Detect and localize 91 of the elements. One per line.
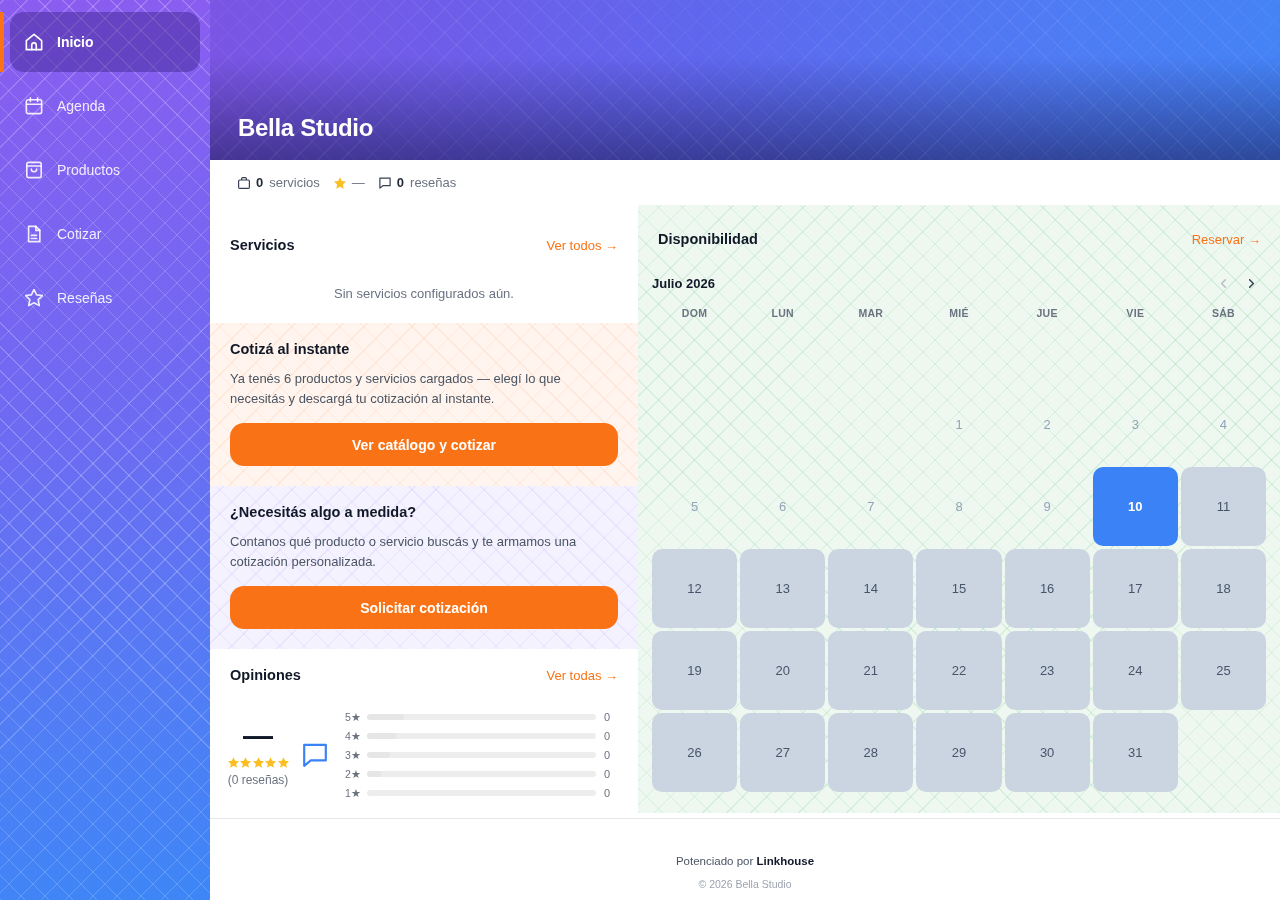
view-all-link[interactable]: Ver todos →: [546, 237, 618, 253]
weekday-label: SÁB: [1210, 306, 1236, 320]
calendar-day[interactable]: 23: [1004, 631, 1090, 710]
calendar-day[interactable]: 30: [1004, 713, 1090, 792]
calendar-day[interactable]: 10: [1092, 467, 1178, 546]
calendar-day[interactable]: 31: [1092, 713, 1178, 792]
weekday-label: LUN: [770, 306, 795, 320]
calendar-day[interactable]: 11: [1180, 467, 1266, 546]
briefcase-icon: [238, 176, 250, 189]
star-icon: [265, 757, 276, 768]
home-icon: [25, 33, 43, 51]
star-icon: [240, 757, 251, 768]
shopping-bag-icon: [25, 161, 43, 179]
bar-count: 0: [602, 710, 612, 723]
month-label: Julio 2026: [652, 275, 715, 291]
calendar-day[interactable]: 29: [916, 713, 1002, 792]
cta-button[interactable]: Ver catálogo y cotizar: [230, 423, 618, 466]
calendar-day[interactable]: 18: [1180, 549, 1266, 628]
nav-item[interactable]: Agenda: [10, 76, 200, 136]
star-level-label: 5★: [345, 710, 361, 723]
calendar-day[interactable]: 19: [652, 631, 738, 710]
calendar-day[interactable]: 22: [916, 631, 1002, 710]
calendar-day[interactable]: 26: [652, 713, 738, 792]
empty-message: Sin servicios configurados aún.: [333, 285, 515, 303]
calendar-day[interactable]: 20: [740, 631, 826, 710]
copyright-text: © 2026 Bella Studio: [698, 877, 792, 891]
calendar-day[interactable]: 25: [1180, 631, 1266, 710]
calendar-day[interactable]: 13: [740, 549, 826, 628]
nav-item[interactable]: Inicio: [10, 12, 200, 72]
speech-bubble-icon: [378, 176, 391, 189]
calendar-day[interactable]: 15: [916, 549, 1002, 628]
weekday-label: MAR: [857, 306, 885, 320]
promo-text: Ya tenés 6 productos y servicios cargados — elegí lo que necesitás y descargá tu cotización al instante.: [230, 370, 562, 408]
document-icon: [25, 225, 43, 243]
calendar-day: 7: [828, 467, 914, 546]
stat-label: reseñas: [410, 175, 457, 190]
next-month-button[interactable]: [1249, 278, 1254, 288]
stat-value: 0: [396, 175, 405, 190]
star-icon: [252, 757, 264, 768]
calendar-day[interactable]: 28: [828, 713, 914, 792]
bar-count: 0: [602, 748, 612, 761]
calendar-day: 8: [916, 467, 1002, 546]
stat-value: —: [351, 175, 365, 190]
weekday-label: MIÉ: [948, 306, 970, 320]
calendar-day: 4: [1180, 385, 1266, 464]
weekday-label: DOM: [680, 306, 709, 320]
calendar-day: 3: [1092, 385, 1178, 464]
calendar-day[interactable]: 27: [740, 713, 826, 792]
stat-label: servicios: [269, 175, 320, 190]
calendar-day: 6: [740, 467, 826, 546]
average-rating: —: [243, 721, 273, 751]
nav-item[interactable]: Productos: [10, 140, 200, 200]
calendar-day: 1: [916, 385, 1002, 464]
section-title: Opiniones: [230, 666, 301, 685]
calendar-day[interactable]: 24: [1092, 631, 1178, 710]
page-title: Bella Studio: [238, 113, 374, 143]
bar-count: 0: [602, 729, 612, 742]
calendar-day[interactable]: 21: [828, 631, 914, 710]
weekday-label: VIE: [1125, 306, 1146, 320]
weekday-label: JUE: [1035, 306, 1059, 320]
star-level-label: 4★: [345, 729, 361, 742]
star-level-label: 3★: [345, 748, 361, 761]
calendar-day[interactable]: 17: [1092, 549, 1178, 628]
view-all-link[interactable]: Ver todas →: [546, 667, 618, 683]
promo-title: ¿Necesitás algo a medida?: [230, 503, 418, 522]
bar-count: 0: [602, 767, 612, 780]
promo-text: Contanos qué producto o servicio buscás y te armamos una cotización personalizada.: [230, 533, 578, 571]
star-icon: [277, 757, 289, 768]
bar-count: 0: [602, 786, 612, 799]
nav-item[interactable]: Reseñas: [10, 268, 200, 328]
calendar-day: 5: [652, 467, 738, 546]
star-level-label: 1★: [345, 786, 361, 799]
star-icon: [227, 757, 239, 768]
stat-value: 0: [256, 175, 264, 190]
calendar-icon: [25, 97, 43, 115]
speech-bubble-icon: [303, 742, 327, 767]
cta-button[interactable]: Solicitar cotización: [230, 586, 618, 629]
section-title: Disponibilidad: [658, 230, 758, 249]
review-count: (0 reseñas): [227, 772, 289, 788]
star-icon: [25, 289, 43, 307]
section-title: Servicios: [230, 236, 295, 255]
promo-title: Cotizá al instante: [230, 340, 351, 359]
calendar-day[interactable]: 12: [652, 549, 738, 628]
star-level-label: 2★: [345, 767, 361, 780]
nav-item[interactable]: Cotizar: [10, 204, 200, 264]
calendar-day[interactable]: 14: [828, 549, 914, 628]
star-icon: [333, 176, 346, 189]
calendar-day: 9: [1004, 467, 1090, 546]
calendar-day: 2: [1004, 385, 1090, 464]
credit-text: Potenciado por Linkhouse: [675, 854, 815, 869]
calendar-day[interactable]: 16: [1004, 549, 1090, 628]
